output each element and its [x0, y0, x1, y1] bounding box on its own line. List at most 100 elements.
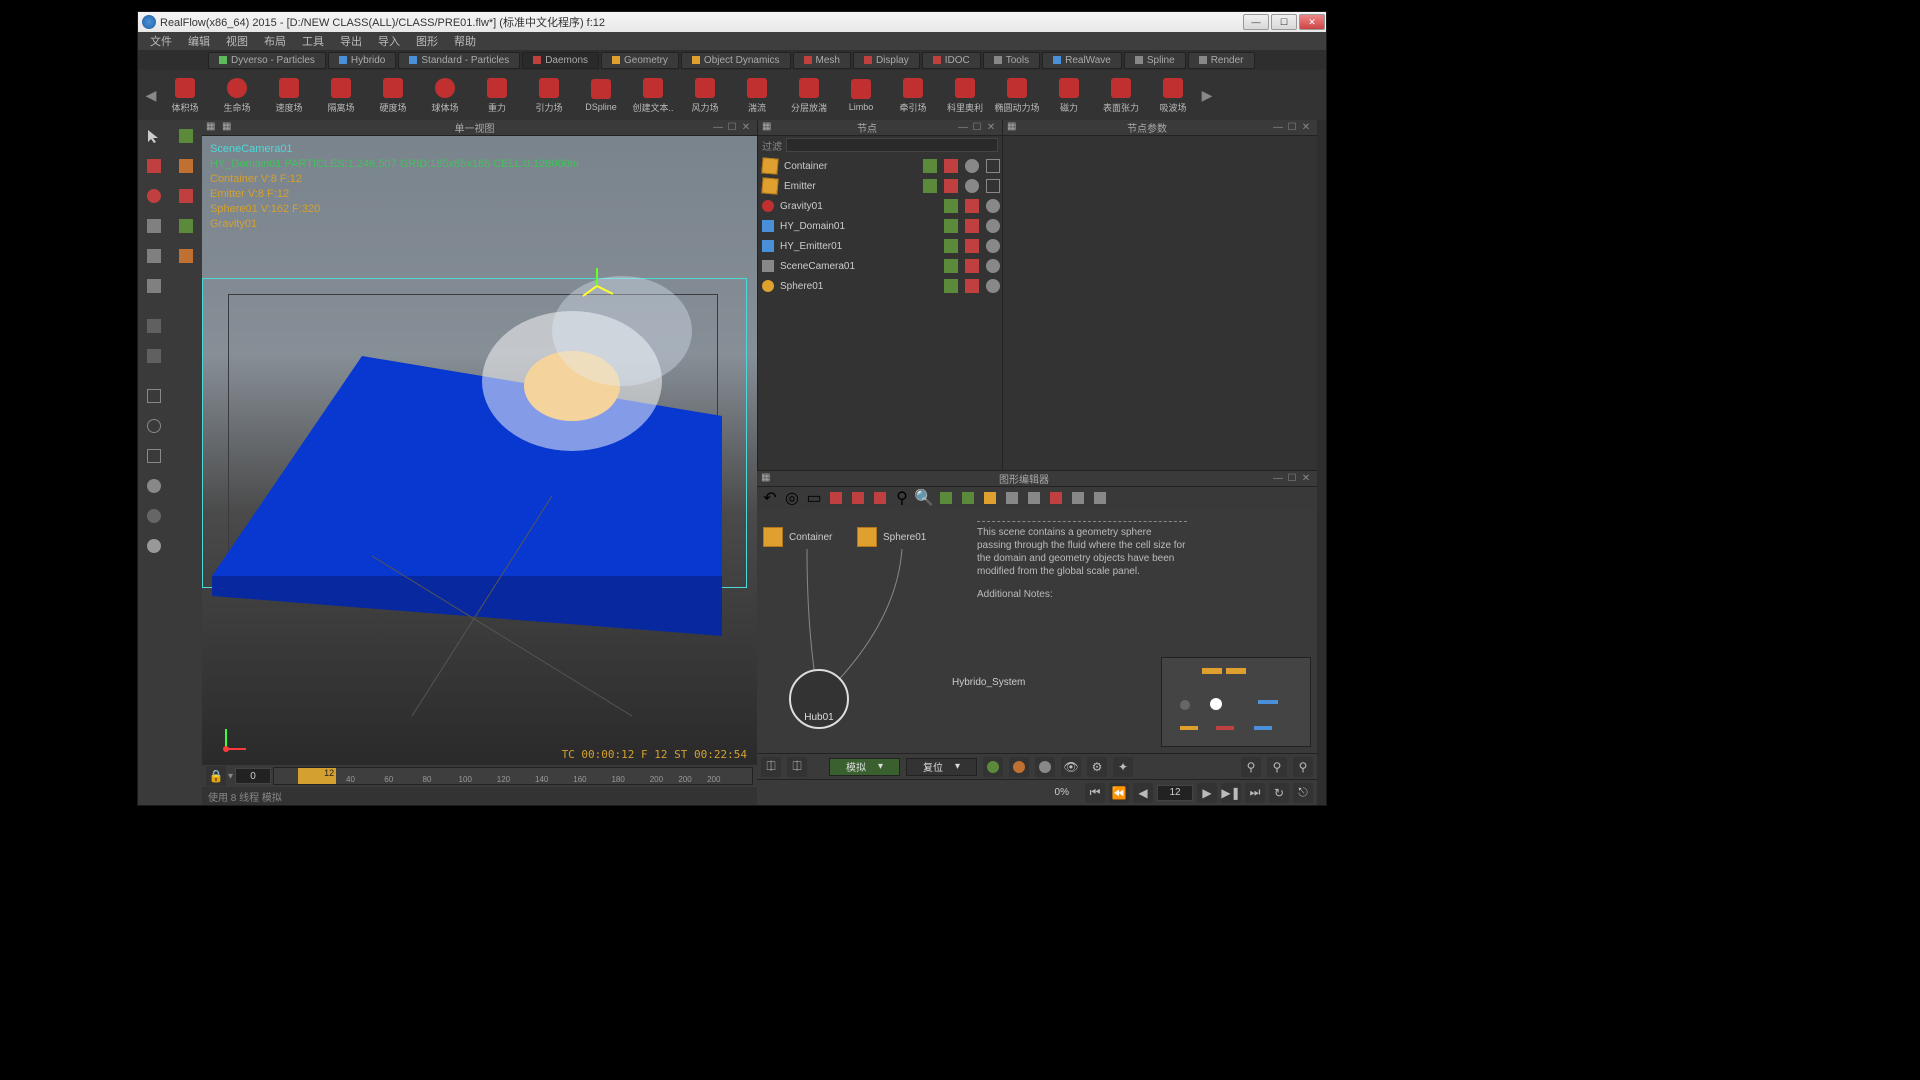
panel-close-icon[interactable]: ✕: [1299, 121, 1313, 135]
shelf-tab-mesh[interactable]: Mesh: [793, 52, 851, 69]
shelf-tab-idoc[interactable]: IDOC: [922, 52, 981, 69]
shelf-tab-spline[interactable]: Spline: [1124, 52, 1186, 69]
menu-view[interactable]: 视图: [218, 33, 256, 49]
shelf-item-9[interactable]: 创建文本..: [628, 72, 678, 118]
ed-frame-icon[interactable]: ▭: [805, 489, 823, 507]
next-frame-icon[interactable]: ▶: [1197, 783, 1217, 803]
ed-tool-icon-2[interactable]: [849, 489, 867, 507]
pb-icon-3[interactable]: [1035, 757, 1055, 777]
shelf-item-13[interactable]: Limbo: [836, 72, 886, 118]
shelf-prev-icon[interactable]: ◀: [144, 75, 158, 115]
reset-button[interactable]: 复位 ▾: [906, 758, 977, 776]
tool-icon-1[interactable]: [140, 152, 168, 180]
menu-help[interactable]: 帮助: [446, 33, 484, 49]
node-row-emitter[interactable]: Emitter: [760, 176, 1000, 196]
shelf-item-18[interactable]: 表面张力: [1096, 72, 1146, 118]
node-row-domain[interactable]: HY_Domain01: [760, 216, 1000, 236]
pb-marker1-icon[interactable]: ⎅: [761, 757, 781, 777]
panel-menu-icon[interactable]: ▦: [1007, 121, 1021, 135]
tool-icon-3[interactable]: [140, 212, 168, 240]
pb-gear-icon[interactable]: ⚙: [1087, 757, 1107, 777]
shelf-item-0[interactable]: 体积场: [160, 72, 210, 118]
editor-minimap[interactable]: [1161, 657, 1311, 747]
select-tool-icon[interactable]: [140, 122, 168, 150]
pb-extra-icon[interactable]: ⎋: [1293, 783, 1313, 803]
shelf-item-7[interactable]: 引力场: [524, 72, 574, 118]
panel-min-icon[interactable]: —: [1271, 472, 1285, 486]
panel-max-icon[interactable]: ☐: [725, 121, 739, 135]
ed-tool-icon-4[interactable]: [937, 489, 955, 507]
shelf-item-5[interactable]: 球体场: [420, 72, 470, 118]
panel-close-icon[interactable]: ✕: [984, 121, 998, 135]
panel-menu-icon[interactable]: ▦: [206, 121, 220, 135]
panel-menu-icon[interactable]: ▦: [761, 472, 775, 486]
tool-icon-6[interactable]: [140, 312, 168, 340]
tool-icon-8[interactable]: [140, 382, 168, 410]
shelf-item-3[interactable]: 隔离场: [316, 72, 366, 118]
shelf-tab-render[interactable]: Render: [1188, 52, 1255, 69]
panel-menu-icon-2[interactable]: ▦: [222, 121, 236, 135]
ed-tool-icon-8[interactable]: [1025, 489, 1043, 507]
shelf-tab-standard[interactable]: Standard - Particles: [398, 52, 520, 69]
ed-tool-icon-7[interactable]: [1003, 489, 1021, 507]
menu-import[interactable]: 导入: [370, 33, 408, 49]
go-start-icon[interactable]: ⏮: [1085, 783, 1105, 803]
menu-file[interactable]: 文件: [142, 33, 180, 49]
shelf-item-1[interactable]: 生命场: [212, 72, 262, 118]
pb-zoomin-icon[interactable]: ⚲: [1241, 757, 1261, 777]
brush-tool-icon[interactable]: [172, 122, 200, 150]
pb-icon-2[interactable]: [1009, 757, 1029, 777]
tool-icon-2[interactable]: [140, 182, 168, 210]
node-row-hyemitter[interactable]: HY_Emitter01: [760, 236, 1000, 256]
minimize-button[interactable]: —: [1243, 14, 1269, 30]
shelf-tab-daemons[interactable]: Daemons: [522, 52, 599, 69]
go-end-icon[interactable]: ⏭: [1245, 783, 1265, 803]
panel-max-icon[interactable]: ☐: [1285, 472, 1299, 486]
tool-icon-12[interactable]: [140, 502, 168, 530]
simulate-button[interactable]: 模拟 ▾: [829, 758, 900, 776]
shelf-item-15[interactable]: 科里奥利: [940, 72, 990, 118]
panel-min-icon[interactable]: —: [1271, 121, 1285, 135]
ed-search-icon[interactable]: 🔍: [915, 489, 933, 507]
shelf-tab-tools[interactable]: Tools: [983, 52, 1040, 69]
shelf-tab-realwave[interactable]: RealWave: [1042, 52, 1122, 69]
ed-tool-icon-1[interactable]: [827, 489, 845, 507]
tool-icon-11[interactable]: [140, 472, 168, 500]
timeline-start-input[interactable]: [235, 768, 271, 784]
node-row-sphere[interactable]: Sphere01: [760, 276, 1000, 296]
tool2-icon-2[interactable]: [172, 182, 200, 210]
step-back-icon[interactable]: ⏪: [1109, 783, 1129, 803]
tool-icon-13[interactable]: [140, 532, 168, 560]
maximize-button[interactable]: ☐: [1271, 14, 1297, 30]
lock-icon[interactable]: 🔒: [206, 766, 226, 786]
node-row-camera[interactable]: SceneCamera01: [760, 256, 1000, 276]
shelf-item-4[interactable]: 硬度场: [368, 72, 418, 118]
panel-max-icon[interactable]: ☐: [970, 121, 984, 135]
ed-tool-icon-10[interactable]: [1069, 489, 1087, 507]
pb-eye-icon[interactable]: 👁: [1061, 757, 1081, 777]
shelf-item-19[interactable]: 吸波场: [1148, 72, 1198, 118]
shelf-item-8[interactable]: DSpline: [576, 72, 626, 118]
ed-tool-icon-9[interactable]: [1047, 489, 1065, 507]
shelf-tab-display[interactable]: Display: [853, 52, 920, 69]
shelf-item-14[interactable]: 牵引场: [888, 72, 938, 118]
tool-icon-9[interactable]: [140, 412, 168, 440]
tool-icon-4[interactable]: [140, 242, 168, 270]
tool-icon-7[interactable]: [140, 342, 168, 370]
node-row-container[interactable]: Container: [760, 156, 1000, 176]
tool2-icon-4[interactable]: [172, 242, 200, 270]
panel-max-icon[interactable]: ☐: [1285, 121, 1299, 135]
tool-icon-10[interactable]: [140, 442, 168, 470]
shelf-item-10[interactable]: 风力场: [680, 72, 730, 118]
viewport-3d[interactable]: SceneCamera01 HY_Domain01 PARTICLES:1,24…: [202, 136, 757, 765]
shelf-item-17[interactable]: 磁力: [1044, 72, 1094, 118]
tool-icon-5[interactable]: [140, 272, 168, 300]
panel-min-icon[interactable]: —: [956, 121, 970, 135]
play-icon[interactable]: ▶❚: [1221, 783, 1241, 803]
shelf-tab-geometry[interactable]: Geometry: [601, 52, 679, 69]
panel-close-icon[interactable]: ✕: [739, 121, 753, 135]
panel-close-icon[interactable]: ✕: [1299, 472, 1313, 486]
pb-icon-4[interactable]: ✦: [1113, 757, 1133, 777]
current-frame-input[interactable]: [1157, 785, 1193, 801]
ed-tool-icon-6[interactable]: [981, 489, 999, 507]
